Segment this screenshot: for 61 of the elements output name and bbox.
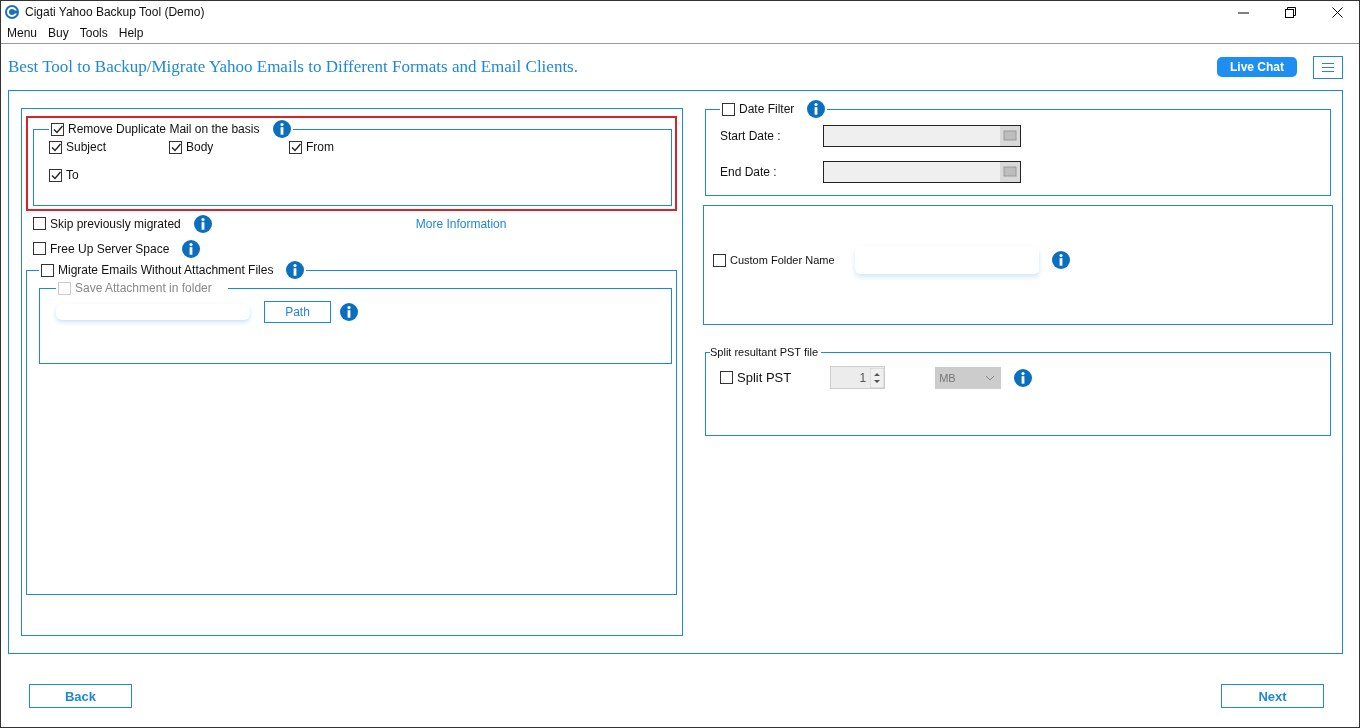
next-button[interactable]: Next bbox=[1221, 684, 1324, 708]
checkbox-label: Free Up Server Space bbox=[50, 241, 170, 256]
tagline: Best Tool to Backup/Migrate Yahoo Emails to Different Formats and Email Clients. bbox=[8, 57, 579, 77]
checkbox-label: Migrate Emails Without Attachment Files bbox=[58, 263, 274, 277]
checkbox-label: Custom Folder Name bbox=[730, 254, 835, 266]
checkbox[interactable] bbox=[49, 140, 62, 154]
checkbox-label: Remove Duplicate Mail on the basis bbox=[68, 122, 260, 136]
end-date-field[interactable] bbox=[823, 161, 1021, 183]
checkbox[interactable] bbox=[51, 122, 64, 136]
checkbox-label: Body bbox=[186, 140, 214, 154]
menu-item[interactable]: Menu bbox=[7, 26, 38, 40]
check-icon bbox=[170, 141, 181, 153]
back-button[interactable]: Back bbox=[29, 684, 132, 708]
caret-icon bbox=[985, 374, 996, 381]
info-icon[interactable] bbox=[1051, 251, 1070, 269]
end-date-label: End Date : bbox=[720, 165, 778, 179]
info-icon[interactable] bbox=[193, 214, 212, 233]
spinner-arrows-icon[interactable] bbox=[870, 367, 885, 388]
checkbox[interactable] bbox=[41, 263, 54, 277]
live-chat-button[interactable]: Live Chat bbox=[1217, 57, 1297, 77]
size-spinner[interactable]: 1 bbox=[830, 366, 886, 389]
checkbox[interactable] bbox=[33, 242, 46, 255]
more-information-link[interactable]: More Information bbox=[415, 216, 507, 231]
menu-item[interactable]: Tools bbox=[79, 26, 108, 40]
start-date-label: Start Date : bbox=[720, 129, 782, 143]
checkbox[interactable] bbox=[33, 217, 46, 230]
checkbox[interactable] bbox=[169, 140, 182, 154]
checkbox-label: Skip previously migrated bbox=[50, 216, 181, 231]
checkbox-label: Date Filter bbox=[739, 102, 795, 116]
restore-icon[interactable] bbox=[1285, 6, 1296, 18]
window-title: Cigati Yahoo Backup Tool (Demo) bbox=[25, 5, 205, 19]
menu-icon[interactable] bbox=[1313, 55, 1343, 79]
info-icon[interactable] bbox=[286, 261, 305, 279]
checkbox[interactable] bbox=[713, 253, 726, 267]
info-icon[interactable] bbox=[1014, 368, 1033, 387]
checkbox-label: To bbox=[66, 168, 79, 182]
checkbox[interactable] bbox=[49, 168, 62, 182]
checkbox-label: Subject bbox=[66, 140, 107, 154]
start-date-field[interactable] bbox=[823, 125, 1021, 147]
menu-item[interactable]: Help bbox=[118, 26, 144, 40]
path-field[interactable] bbox=[56, 304, 250, 320]
checkbox[interactable] bbox=[720, 371, 733, 384]
menu-item[interactable]: Buy bbox=[48, 26, 69, 40]
info-icon[interactable] bbox=[273, 120, 292, 138]
folder-name-field[interactable] bbox=[854, 246, 1039, 274]
info-icon[interactable] bbox=[807, 100, 826, 118]
check-icon bbox=[52, 123, 63, 135]
info-icon[interactable] bbox=[182, 239, 201, 258]
check-icon bbox=[50, 141, 61, 153]
checkbox-label: From bbox=[306, 140, 334, 154]
check-icon bbox=[50, 169, 61, 181]
check-icon bbox=[290, 141, 301, 153]
group-title: Split resultant PST file bbox=[710, 346, 819, 358]
checkbox-label: Save Attachment in folder bbox=[75, 281, 212, 295]
unit-dropdown[interactable]: MB bbox=[935, 366, 1002, 389]
checkbox[interactable] bbox=[722, 102, 735, 116]
close-icon[interactable] bbox=[1332, 6, 1343, 18]
info-icon[interactable] bbox=[340, 303, 358, 321]
checkbox-label: Split PST bbox=[737, 370, 792, 385]
app-logo-icon bbox=[5, 5, 19, 19]
checkbox[interactable] bbox=[289, 140, 302, 154]
